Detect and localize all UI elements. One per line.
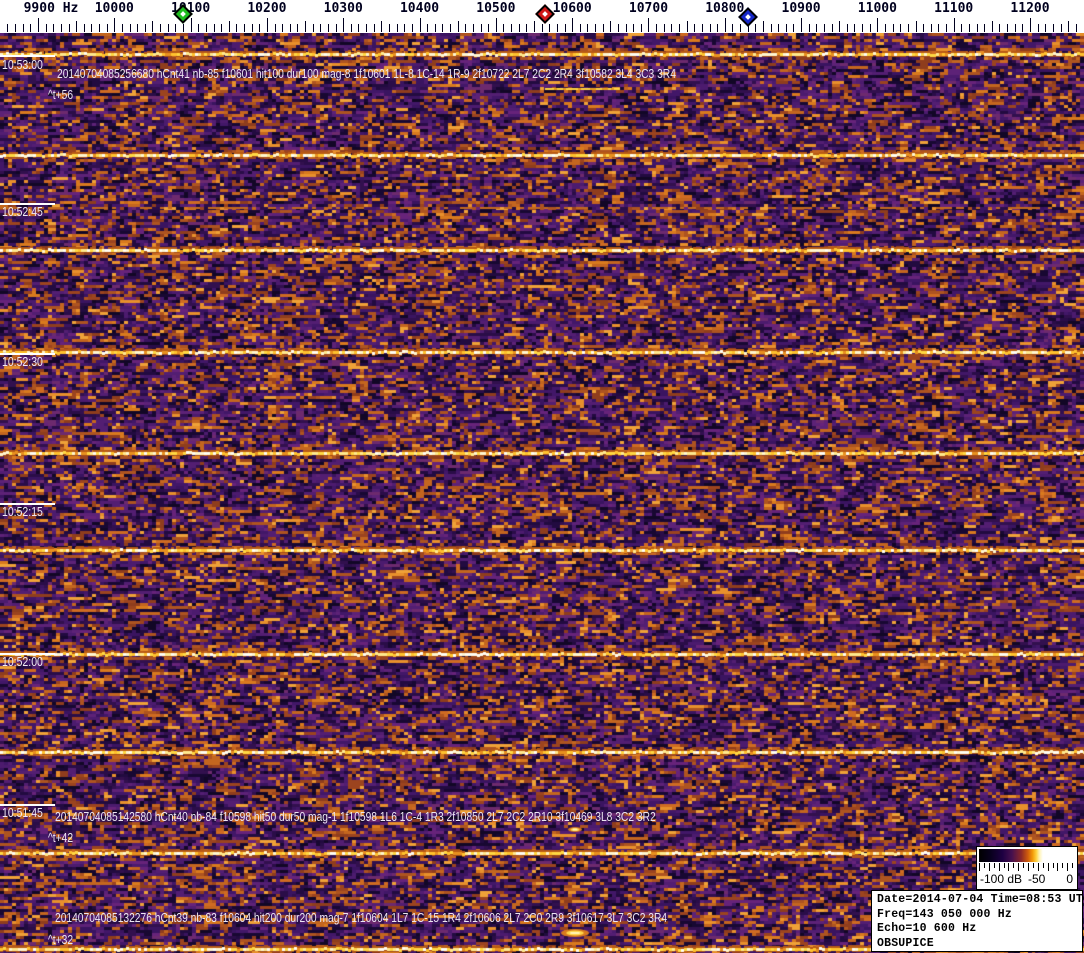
freq-tick-label: 11100 [934, 1, 974, 16]
colorbar-min-label: -100 dB [980, 872, 1023, 886]
colorbar: -100 dB -50 0 [976, 846, 1078, 890]
colorbar-gradient [979, 849, 1073, 862]
time-label: 10:52:45 [2, 205, 43, 219]
freq-tick-label: 10500 [476, 1, 516, 16]
annotation-time-offset: ^t+56 [48, 88, 74, 102]
freq-tick-label: 10200 [247, 1, 287, 16]
time-tick [0, 804, 55, 806]
time-label: 10:52:15 [2, 505, 43, 519]
time-tick [0, 503, 55, 505]
freq-tick-label: 10700 [628, 1, 669, 16]
annotation-detection: 20140704085132276 hCnt39 nb-83 f10604 hi… [55, 911, 668, 925]
annotation-detection: 20140704085256680 hCnt41 nb-85 f10601 hi… [57, 67, 676, 81]
time-label: 10:52:00 [2, 655, 43, 669]
colorbar-mid-label: -50 [1028, 872, 1046, 886]
freq-tick-label: 9900 Hz [23, 1, 79, 16]
annotation-time-offset: ^t+32 [48, 933, 74, 947]
freq-tick-label: 11200 [1010, 1, 1050, 16]
annotation-time-offset: ^t+42 [48, 831, 74, 845]
time-tick [0, 653, 55, 655]
freq-tick-label: 11000 [857, 1, 897, 16]
time-tick [0, 203, 55, 205]
freq-tick-label: 10300 [323, 1, 363, 16]
colorbar-ticks [979, 863, 1073, 871]
time-tick [0, 55, 55, 57]
freq-tick-label: 10000 [94, 1, 134, 16]
freq-tick-label: 10600 [552, 1, 592, 16]
colorbar-max-label: 0 [1066, 872, 1073, 886]
freq-tick-label: 10800 [705, 1, 745, 16]
freq-tick-label: 10900 [781, 1, 821, 16]
info-date-time: Date=2014-07-04 Time=08:53 UTC [877, 893, 1084, 906]
info-station: OBSUPICE [877, 936, 934, 950]
time-tick [0, 353, 55, 355]
time-label: 10:51:45 [2, 806, 43, 820]
time-label: 10:52:30 [2, 355, 43, 369]
freq-tick-label: 10400 [399, 1, 440, 16]
spectrogram-app-window: 9900 Hz 10000 10100 10200 10300 10400 10500 106… [0, 0, 1084, 953]
info-box: Date=2014-07-04 Time=08:53 UTC Freq=143 … [871, 890, 1084, 952]
info-echo: Echo=10 600 Hz [877, 922, 977, 935]
frequency-ruler: 9900 Hz 10000 10100 10200 10300 10400 10500 106… [0, 0, 1084, 33]
info-frequency: Freq=143 050 000 Hz [877, 907, 1012, 921]
time-label: 10:53:00 [2, 58, 43, 72]
annotation-detection: 20140704085142580 hCnt40 nb-84 f10598 hi… [55, 810, 656, 824]
